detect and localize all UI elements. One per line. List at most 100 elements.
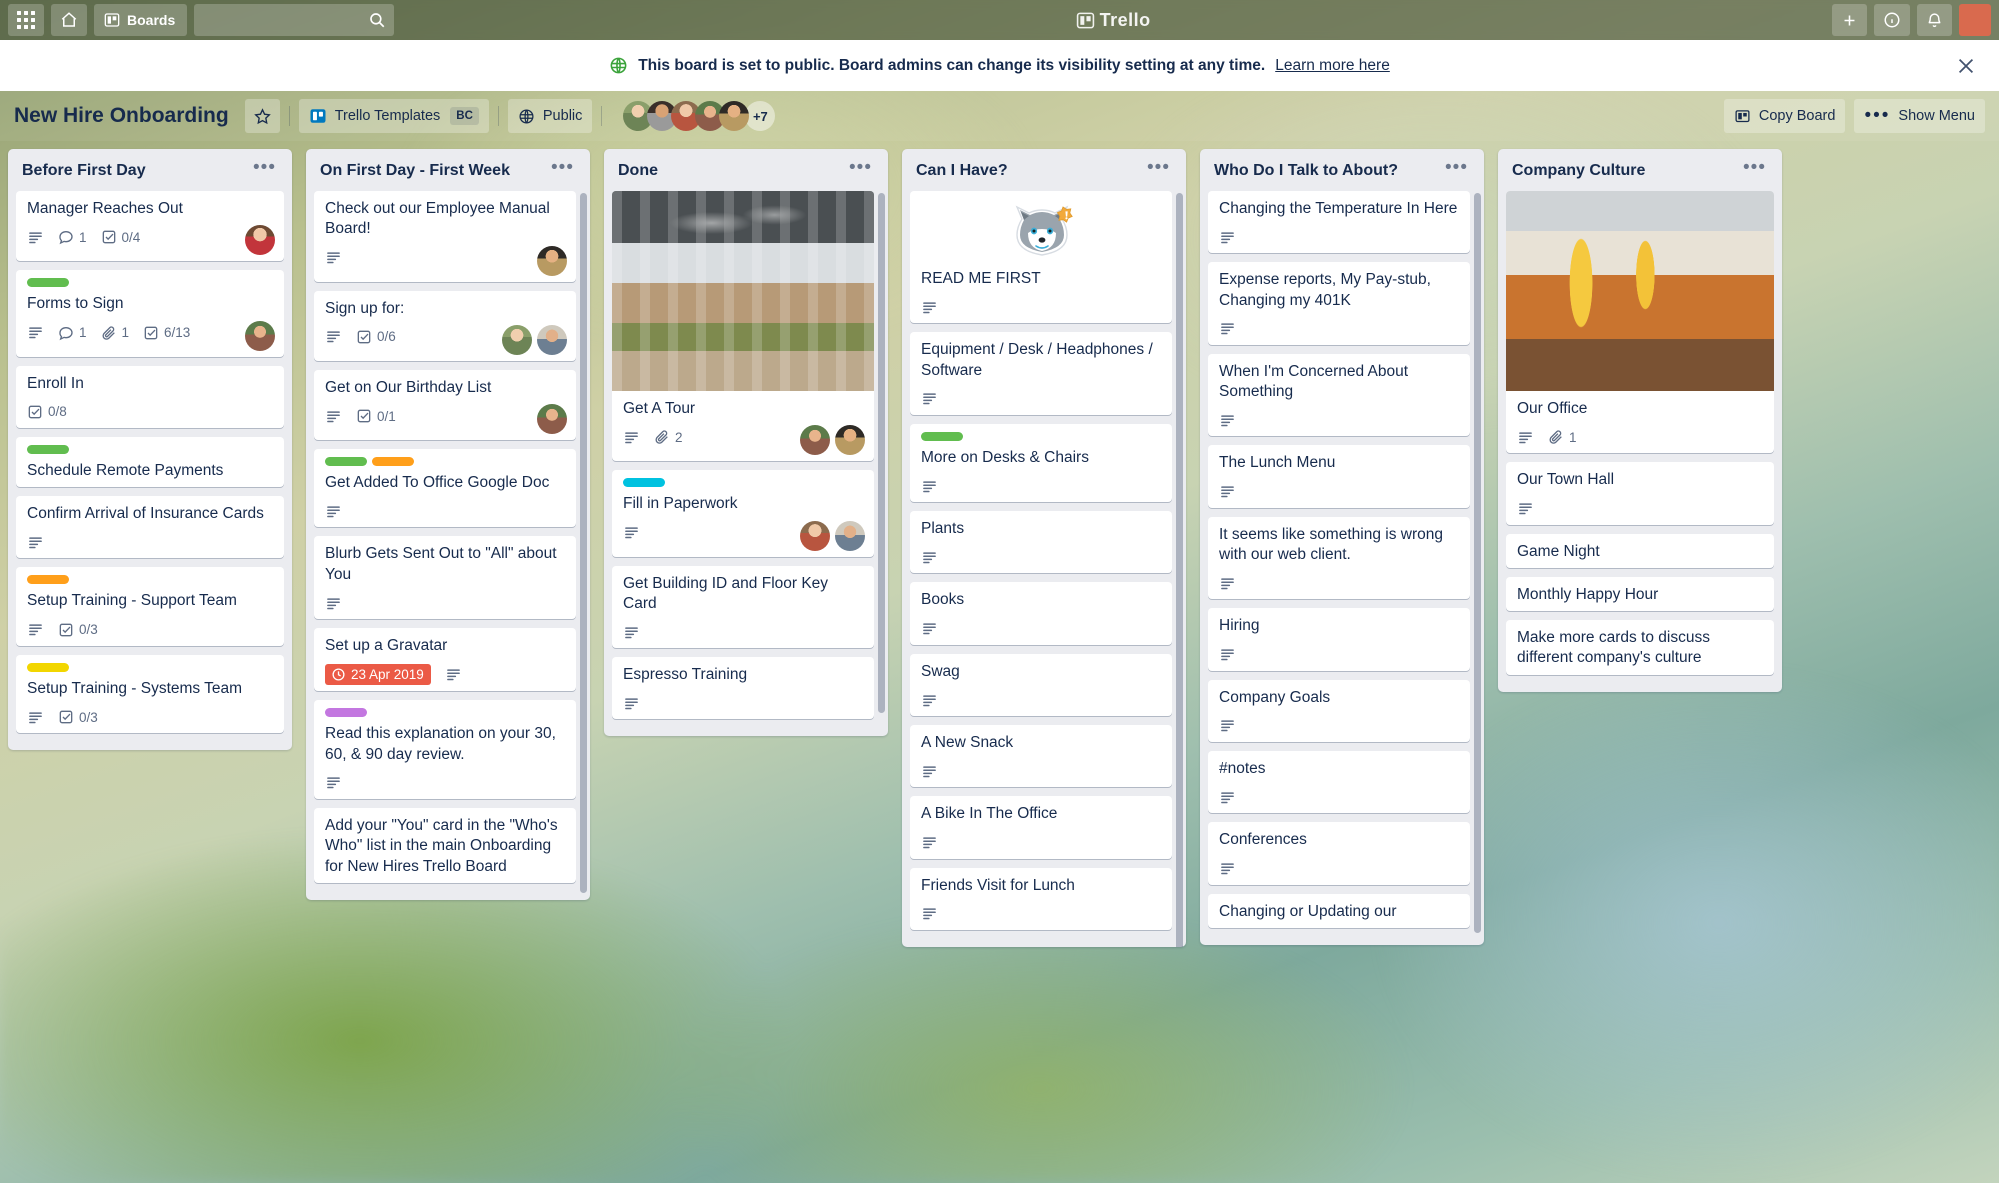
members-overflow[interactable]: +7 [745, 101, 776, 131]
card[interactable]: Hiring [1208, 608, 1470, 671]
card[interactable]: Manager Reaches Out 1 0/4 [16, 191, 284, 262]
card-member-avatar[interactable] [835, 425, 865, 456]
board-lists-container[interactable]: Before First Day ••• Manager Reaches Out 1 0… [0, 141, 1999, 1183]
card[interactable]: Conferences [1208, 822, 1470, 885]
card-label[interactable] [325, 457, 367, 467]
card[interactable]: Sign up for: 0/6 [314, 290, 576, 361]
list-scrollbar[interactable] [878, 193, 885, 713]
list-actions-icon[interactable]: ••• [845, 158, 876, 179]
list-actions-icon[interactable]: ••• [249, 158, 280, 179]
card[interactable]: Changing or Updating our [1208, 893, 1470, 928]
add-button[interactable] [1832, 4, 1867, 36]
card[interactable]: Books [910, 582, 1172, 645]
card[interactable]: Friends Visit for Lunch [910, 867, 1172, 930]
list-cards[interactable]: Changing the Temperature In Here Expense … [1200, 191, 1484, 945]
page-title[interactable]: New Hire Onboarding [14, 104, 245, 128]
card[interactable]: Setup Training - Systems Team 0/3 [16, 654, 284, 734]
list-scrollbar[interactable] [580, 193, 587, 893]
card[interactable]: It seems like something is wrong with ou… [1208, 516, 1470, 600]
list-cards[interactable]: Get A Tour 2 Fill in Paperwork Get Building… [604, 191, 888, 736]
list-actions-icon[interactable]: ••• [1441, 158, 1472, 179]
visibility-button[interactable]: Public [507, 99, 593, 133]
apps-grid-button[interactable] [8, 4, 44, 36]
member-avatar[interactable] [719, 101, 750, 131]
close-icon[interactable] [1955, 55, 1977, 77]
card[interactable]: Schedule Remote Payments [16, 436, 284, 488]
card[interactable]: Add your "You" card in the "Who's Who" l… [314, 807, 576, 883]
card[interactable]: Get A Tour 2 [612, 191, 874, 462]
team-button[interactable]: Trello Templates BC [298, 99, 489, 133]
card-member-avatar[interactable] [537, 404, 567, 435]
list-actions-icon[interactable]: ••• [1143, 158, 1174, 179]
card-label[interactable] [27, 278, 69, 288]
card[interactable]: Monthly Happy Hour [1506, 576, 1774, 612]
card[interactable]: Set up a Gravatar 23 Apr 2019 [314, 628, 576, 692]
search-box[interactable] [194, 4, 395, 36]
list-actions-icon[interactable]: ••• [1739, 158, 1770, 179]
show-menu-button[interactable]: ••• Show Menu [1854, 99, 1985, 133]
card-label[interactable] [27, 662, 69, 672]
list-cards[interactable]: READ ME FIRST Equipment / Desk / Headphon… [902, 191, 1186, 947]
card[interactable]: READ ME FIRST [910, 191, 1172, 324]
card[interactable]: Changing the Temperature In Here [1208, 191, 1470, 254]
list-title[interactable]: Done [618, 162, 658, 180]
card[interactable]: #notes [1208, 750, 1470, 814]
card[interactable]: The Lunch Menu [1208, 445, 1470, 508]
card[interactable]: More on Desks & Chairs [910, 423, 1172, 503]
card[interactable]: Get on Our Birthday List 0/1 [314, 369, 576, 441]
avatar[interactable] [1959, 4, 1991, 36]
card[interactable]: Blurb Gets Sent Out to "All" about You [314, 536, 576, 620]
card[interactable]: Our Town Hall [1506, 462, 1774, 525]
list-cards[interactable]: Check out our Employee Manual Board! Sign… [306, 191, 590, 900]
notifications-button[interactable] [1917, 4, 1952, 36]
boards-button[interactable]: Boards [94, 4, 188, 36]
card[interactable]: Get Added To Office Google Doc [314, 449, 576, 528]
card-member-avatar[interactable] [537, 324, 567, 355]
card[interactable]: A New Snack [910, 725, 1172, 788]
trello-logo[interactable]: Trello [1076, 10, 1151, 31]
card-member-avatar[interactable] [502, 324, 532, 355]
list-actions-icon[interactable]: ••• [547, 158, 578, 179]
card[interactable]: Company Goals [1208, 679, 1470, 742]
card-label[interactable] [623, 478, 665, 488]
card[interactable]: Read this explanation on your 30, 60, & … [314, 700, 576, 799]
card[interactable]: Get Building ID and Floor Key Card [612, 565, 874, 649]
list-scrollbar[interactable] [1474, 193, 1481, 933]
card-member-avatar[interactable] [800, 425, 830, 456]
card[interactable]: Game Night [1506, 533, 1774, 568]
card-member-avatar[interactable] [835, 520, 865, 551]
card[interactable]: A Bike In The Office [910, 796, 1172, 859]
card[interactable]: Enroll In 0/8 [16, 365, 284, 428]
card[interactable]: Plants [910, 511, 1172, 574]
list-title[interactable]: Can I Have? [916, 162, 1008, 180]
list-cards[interactable]: Our Office 1 Our Town Hall Game Night Monthl… [1498, 191, 1782, 692]
list-title[interactable]: Who Do I Talk to About? [1214, 162, 1398, 180]
card[interactable]: When I'm Concerned About Something [1208, 353, 1470, 437]
banner-learn-more-link[interactable]: Learn more here [1275, 57, 1390, 75]
card-label[interactable] [27, 575, 69, 585]
card[interactable]: Swag [910, 653, 1172, 717]
copy-board-button[interactable]: Copy Board [1723, 99, 1846, 133]
list-title[interactable]: Before First Day [22, 162, 146, 180]
card-label[interactable] [372, 457, 414, 467]
card[interactable]: Setup Training - Support Team 0/3 [16, 567, 284, 646]
card-member-avatar[interactable] [537, 245, 567, 276]
home-button[interactable] [51, 4, 87, 36]
card-member-avatar[interactable] [245, 225, 275, 256]
card[interactable]: Make more cards to discuss different com… [1506, 620, 1774, 675]
card[interactable]: Our Office 1 [1506, 191, 1774, 454]
search-input[interactable] [194, 4, 395, 36]
card[interactable]: Check out our Employee Manual Board! [314, 191, 576, 282]
card[interactable]: Espresso Training [612, 657, 874, 720]
card[interactable]: Forms to Sign 1 1 6/13 [16, 270, 284, 357]
card[interactable]: Expense reports, My Pay-stub, Changing m… [1208, 262, 1470, 345]
card-label[interactable] [27, 444, 69, 454]
card-member-avatar[interactable] [800, 520, 830, 551]
list-cards[interactable]: Manager Reaches Out 1 0/4 Forms to Sign 1 1 6/… [8, 191, 292, 750]
card[interactable]: Equipment / Desk / Headphones / Software [910, 332, 1172, 415]
list-title[interactable]: On First Day - First Week [320, 162, 510, 180]
info-button[interactable] [1874, 4, 1910, 36]
list-title[interactable]: Company Culture [1512, 162, 1645, 180]
card[interactable]: Fill in Paperwork [612, 470, 874, 557]
star-button[interactable] [244, 99, 280, 133]
